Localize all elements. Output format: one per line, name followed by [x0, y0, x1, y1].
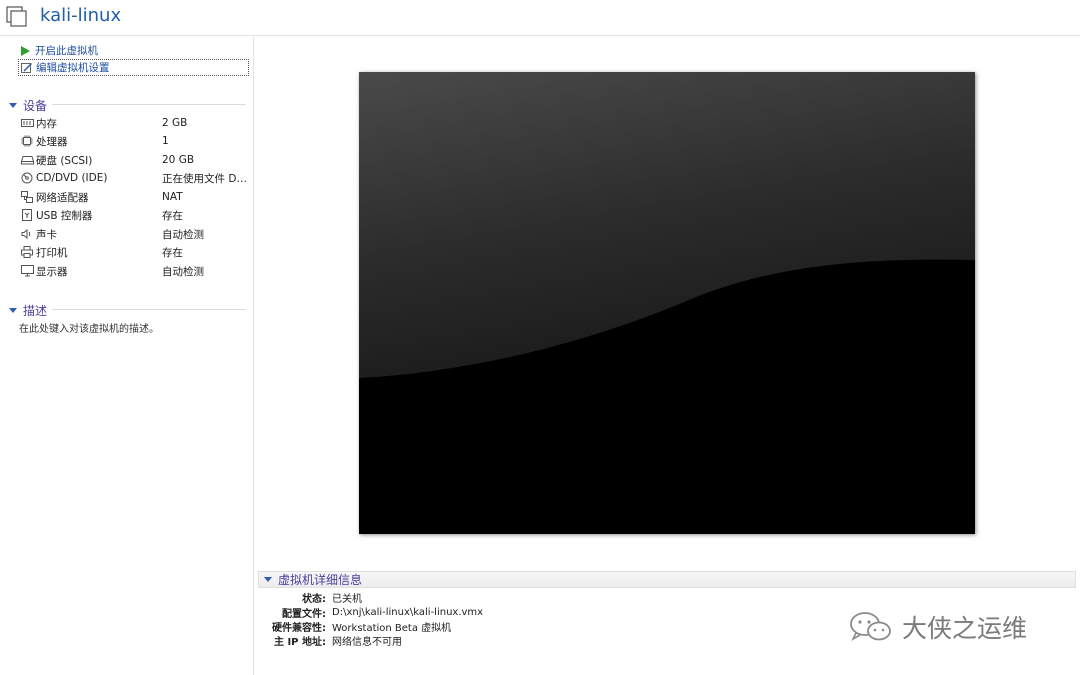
device-row-usb[interactable]: USB 控制器 存在 — [20, 206, 248, 224]
sound-icon — [20, 228, 34, 240]
device-row-printer[interactable]: 打印机 存在 — [20, 243, 248, 261]
device-name: 内存 — [36, 117, 57, 130]
section-divider — [52, 309, 246, 310]
device-name: 处理器 — [36, 135, 68, 148]
device-row-network[interactable]: 网络适配器 NAT — [20, 188, 248, 206]
detail-row-state: 状态: 已关机 — [258, 590, 658, 605]
device-name: 硬盘 (SCSI) — [36, 154, 93, 167]
device-row-harddisk[interactable]: 硬盘 (SCSI) 20 GB — [20, 151, 248, 169]
detail-row-hardware-compat: 硬件兼容性: Workstation Beta 虚拟机 — [258, 619, 658, 634]
detail-key: 主 IP 地址: — [273, 636, 326, 648]
description-input[interactable]: 在此处键入对该虚拟机的描述。 — [19, 320, 159, 335]
detail-key: 硬件兼容性: — [272, 622, 326, 634]
collapse-triangle-icon — [9, 307, 17, 313]
device-row-cpu[interactable]: 处理器 1 — [20, 132, 248, 150]
harddisk-icon — [20, 154, 34, 166]
device-value: 自动检测 — [162, 265, 204, 278]
device-name: 显示器 — [36, 265, 68, 278]
device-row-display[interactable]: 显示器 自动检测 — [20, 262, 248, 280]
device-value: 自动检测 — [162, 228, 204, 241]
device-name: 声卡 — [36, 228, 57, 241]
description-section-header[interactable]: 描述 — [8, 303, 246, 318]
collapse-triangle-icon — [9, 102, 17, 108]
cd-dvd-icon — [20, 172, 34, 184]
device-name: USB 控制器 — [36, 209, 93, 222]
network-adapter-icon — [20, 191, 34, 203]
printer-icon — [20, 246, 34, 258]
detail-key: 配置文件: — [282, 608, 326, 620]
device-value: NAT — [162, 191, 183, 203]
detail-value: 网络信息不可用 — [332, 636, 402, 648]
power-on-vm-link[interactable]: 开启此虚拟机 — [18, 42, 249, 59]
usb-icon — [20, 209, 34, 221]
memory-icon — [20, 117, 34, 129]
detail-row-config-file: 配置文件: D:\xnj\kali-linux\kali-linux.vmx — [258, 605, 658, 620]
device-value: 存在 — [162, 246, 183, 259]
detail-value: Workstation Beta 虚拟机 — [332, 622, 452, 634]
vm-screen-preview[interactable] — [359, 72, 975, 534]
device-value: 正在使用文件 D:... — [162, 172, 248, 185]
detail-value: D:\xnj\kali-linux\kali-linux.vmx — [332, 606, 484, 618]
device-value: 20 GB — [162, 154, 195, 166]
devices-section-title: 设备 — [23, 98, 48, 113]
device-row-memory[interactable]: 内存 2 GB — [20, 114, 248, 132]
edit-vm-settings-label: 编辑虚拟机设置 — [36, 62, 110, 74]
vm-title: kali-linux — [40, 5, 122, 26]
watermark: 大侠之运维 — [848, 609, 1027, 645]
wechat-icon — [850, 612, 891, 642]
vm-details-title: 虚拟机详细信息 — [278, 573, 363, 587]
detail-key: 状态: — [302, 593, 326, 605]
device-value: 2 GB — [162, 117, 188, 129]
detail-value: 已关机 — [332, 593, 362, 605]
device-name: 打印机 — [36, 246, 68, 259]
play-icon — [18, 44, 32, 58]
vm-details-section-header[interactable]: 虚拟机详细信息 — [258, 571, 1076, 588]
display-icon — [20, 265, 34, 277]
device-row-cd-dvd[interactable]: CD/DVD (IDE) 正在使用文件 D:... — [20, 169, 248, 187]
vm-window-icon — [6, 6, 27, 27]
device-row-sound[interactable]: 声卡 自动检测 — [20, 225, 248, 243]
left-panel: 开启此虚拟机 编辑虚拟机设置 设备 内存 2 GB 处理器 1 硬盘 (SCSI… — [0, 37, 254, 675]
section-divider — [52, 104, 246, 105]
device-name: 网络适配器 — [36, 191, 89, 204]
watermark-text: 大侠之运维 — [902, 614, 1028, 643]
vm-screen-thumbnail — [359, 72, 975, 534]
device-value: 1 — [162, 135, 169, 147]
title-bar: kali-linux — [0, 0, 1080, 36]
detail-row-ip: 主 IP 地址: 网络信息不可用 — [258, 633, 658, 648]
cpu-icon — [20, 135, 34, 147]
devices-section-header[interactable]: 设备 — [8, 98, 246, 113]
edit-vm-settings-link[interactable]: 编辑虚拟机设置 — [18, 59, 249, 76]
power-on-vm-label: 开启此虚拟机 — [35, 45, 98, 57]
description-section-title: 描述 — [23, 303, 48, 318]
device-name: CD/DVD (IDE) — [36, 172, 108, 184]
device-value: 存在 — [162, 209, 183, 222]
edit-settings-icon — [19, 61, 33, 75]
collapse-triangle-icon — [264, 577, 272, 582]
